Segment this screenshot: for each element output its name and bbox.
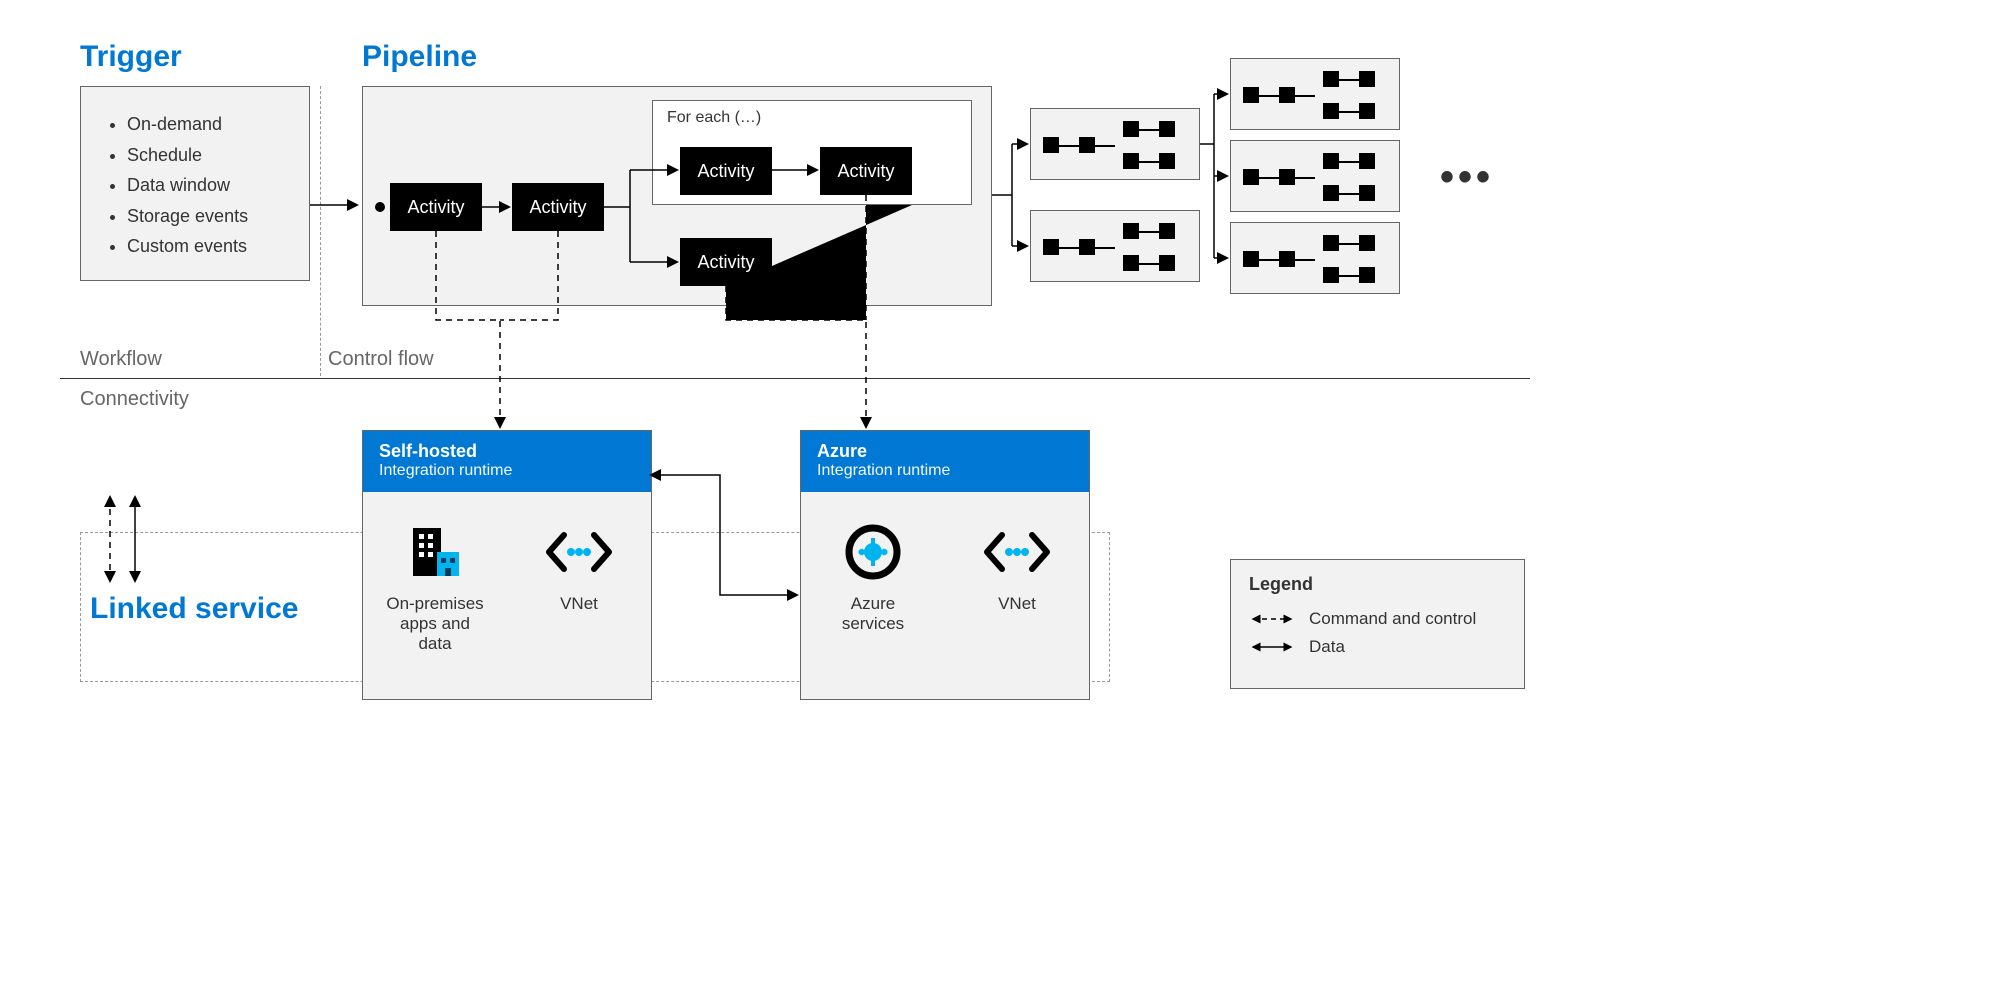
ir-subtitle: Integration runtime (817, 462, 1073, 480)
ir-item: Azure services (821, 522, 925, 634)
ir-azure-card: Azure Integration runtime (800, 430, 1090, 700)
trigger-item: Schedule (127, 140, 281, 171)
trigger-box: On-demand Schedule Data window Storage e… (80, 86, 310, 281)
legend-cmd-label: Command and control (1309, 609, 1476, 629)
ir-subtitle: Integration runtime (379, 462, 635, 480)
ir-item-label: On-premises apps and data (383, 594, 487, 654)
vnet-icon (965, 522, 1069, 582)
heading-pipeline: Pipeline (362, 40, 477, 74)
mini-pipeline (1030, 210, 1200, 282)
label-connectivity: Connectivity (80, 388, 189, 411)
ir-item-label: Azure services (821, 594, 925, 634)
ir-item: VNet (527, 522, 631, 654)
mini-pipeline (1030, 108, 1200, 180)
onprem-icon (383, 522, 487, 582)
ir-header: Azure Integration runtime (801, 431, 1089, 492)
trigger-item: On-demand (127, 109, 281, 140)
ir-item: VNet (965, 522, 1069, 634)
legend-data-label: Data (1309, 637, 1345, 657)
ir-selfhosted-card: Self-hosted Integration runtime On-premi… (362, 430, 652, 700)
divider-line (60, 378, 1530, 379)
label-workflow: Workflow (80, 348, 162, 371)
ir-header: Self-hosted Integration runtime (363, 431, 651, 492)
activity-box: Activity (820, 147, 912, 195)
activity-box: Activity (512, 183, 604, 231)
activity-box: Activity (680, 238, 772, 286)
legend-cmd-icon (1249, 612, 1295, 626)
vertical-divider (320, 86, 321, 376)
legend-data-icon (1249, 640, 1295, 654)
ir-item-label: VNet (965, 594, 1069, 614)
legend-box: Legend Command and control Data (1230, 559, 1525, 689)
ir-title: Azure (817, 441, 1073, 462)
activity-box: Activity (680, 147, 772, 195)
label-controlflow: Control flow (328, 348, 434, 371)
trigger-list: On-demand Schedule Data window Storage e… (127, 109, 281, 262)
trigger-item: Data window (127, 170, 281, 201)
mini-pipeline (1230, 140, 1400, 212)
legend-title: Legend (1249, 574, 1506, 595)
activity-box: Activity (390, 183, 482, 231)
more-dots-icon: ••• (1440, 155, 1494, 200)
mini-pipeline (1230, 222, 1400, 294)
ir-title: Self-hosted (379, 441, 635, 462)
legend-row: Command and control (1249, 609, 1506, 629)
ir-item: On-premises apps and data (383, 522, 487, 654)
heading-linked-service: Linked service (90, 592, 298, 626)
ir-item-label: VNet (527, 594, 631, 614)
foreach-label: For each (…) (667, 109, 761, 127)
azure-services-icon (821, 522, 925, 582)
legend-row: Data (1249, 637, 1506, 657)
heading-trigger: Trigger (80, 40, 182, 74)
mini-pipeline (1230, 58, 1400, 130)
vnet-icon (527, 522, 631, 582)
trigger-item: Storage events (127, 201, 281, 232)
trigger-item: Custom events (127, 231, 281, 262)
